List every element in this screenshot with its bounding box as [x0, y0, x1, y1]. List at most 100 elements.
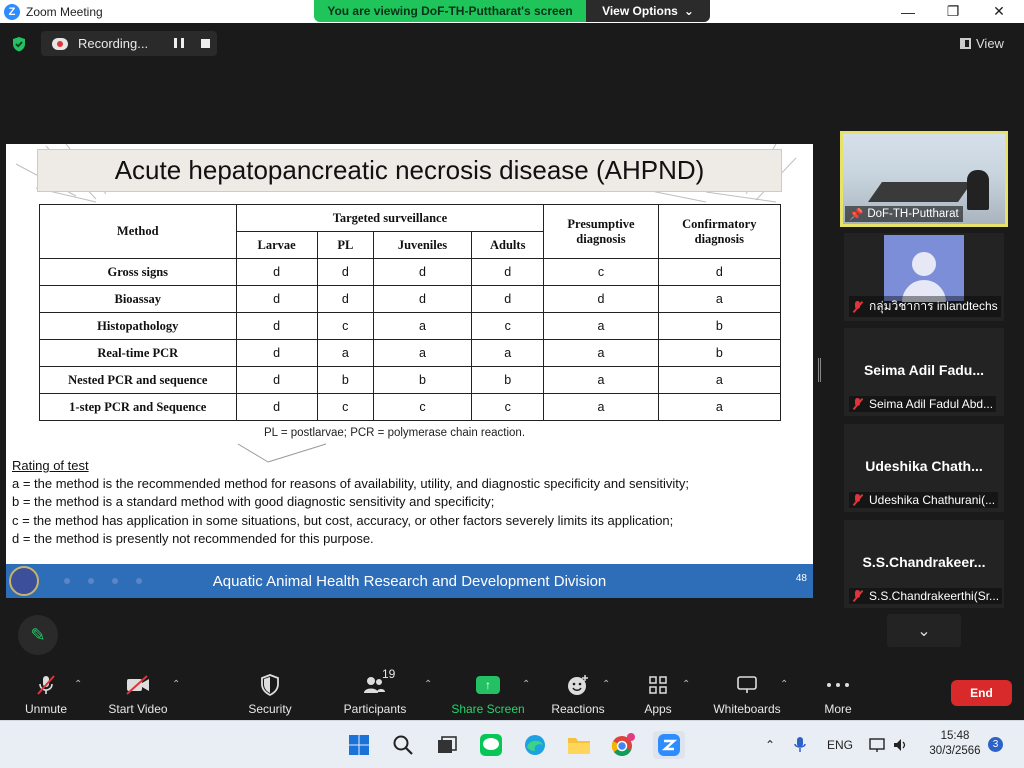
- panel-resize-handle[interactable]: [818, 358, 821, 382]
- search-icon[interactable]: [389, 731, 417, 759]
- share-screen-label: Share Screen: [451, 702, 525, 716]
- diagnostic-methods-table: Method Targeted surveillance Presumptive…: [39, 204, 782, 421]
- reactions-label: Reactions: [551, 702, 605, 716]
- stage-header-pl: PL: [316, 231, 374, 259]
- whiteboards-button[interactable]: Whiteboards: [712, 673, 782, 717]
- rating-cell: a: [657, 366, 782, 394]
- more-button[interactable]: More: [820, 673, 856, 717]
- table-row: Histopathology d c a c a b: [39, 312, 782, 340]
- rating-cell: a: [543, 312, 659, 340]
- participant-name-bar: S.S.Chandrakeerthi(Sr...: [849, 588, 1003, 604]
- scroll-participants-down-button[interactable]: ⌄: [887, 614, 961, 647]
- chevron-down-icon: ⌄: [683, 4, 694, 18]
- minimize-button[interactable]: —: [885, 0, 931, 23]
- mic-muted-icon: [852, 590, 864, 602]
- windows-start-icon[interactable]: [345, 731, 373, 759]
- apps-label: Apps: [644, 702, 672, 716]
- chrome-browser-icon[interactable]: [609, 731, 637, 759]
- method-cell: Real-time PCR: [39, 339, 237, 367]
- participant-tile[interactable]: Udeshika Chath... Udeshika Chathurani(..…: [844, 424, 1004, 512]
- method-cell: Gross signs: [39, 258, 237, 286]
- video-name-bar: 📌 DoF-TH-Puttharat: [845, 206, 963, 222]
- slide-nav-icon: [88, 578, 94, 584]
- edge-browser-icon[interactable]: [521, 731, 549, 759]
- reactions-options-caret[interactable]: ⌃: [602, 679, 610, 690]
- view-label: View: [976, 35, 1004, 51]
- active-speaker-video[interactable]: 📌 DoF-TH-Puttharat: [840, 131, 1008, 227]
- encryption-shield-icon[interactable]: [11, 36, 27, 52]
- share-options-caret[interactable]: ⌃: [522, 679, 530, 690]
- rating-cell: c: [372, 393, 473, 421]
- method-cell: Nested PCR and sequence: [39, 366, 237, 394]
- network-icon[interactable]: [868, 721, 886, 768]
- method-cell: Histopathology: [39, 312, 237, 340]
- rating-cell: a: [543, 393, 659, 421]
- slide-page-number: 48: [795, 573, 807, 584]
- input-language[interactable]: ENG: [827, 721, 853, 768]
- close-button[interactable]: ✕: [976, 0, 1022, 23]
- start-video-button[interactable]: Start Video: [106, 673, 170, 717]
- recording-indicator: Recording...: [41, 31, 217, 56]
- line-app-icon[interactable]: [477, 731, 505, 759]
- pause-recording-button[interactable]: [174, 38, 184, 48]
- rating-legend: Rating of test a = the method is the rec…: [12, 457, 689, 548]
- rating-cell: d: [372, 258, 473, 286]
- slide-footer: Aquatic Animal Health Research and Devel…: [6, 564, 813, 598]
- reactions-button[interactable]: Reactions: [550, 673, 606, 717]
- participant-tile[interactable]: Seima Adil Fadu... Seima Adil Fadul Abd.…: [844, 328, 1004, 416]
- unmute-button[interactable]: Unmute: [20, 673, 72, 717]
- rating-cell: d: [471, 285, 545, 313]
- rating-cell: c: [471, 393, 545, 421]
- participant-tile[interactable]: กลุ่มวิชาการ inlandtechs: [844, 233, 1004, 321]
- annotate-button[interactable]: ✎: [18, 615, 58, 655]
- abbreviations-note: PL = postlarvae; PCR = polymerase chain …: [264, 427, 526, 439]
- volume-icon[interactable]: [892, 721, 910, 768]
- video-options-caret[interactable]: ⌃: [172, 679, 180, 690]
- rating-cell: b: [657, 312, 782, 340]
- apps-options-caret[interactable]: ⌃: [682, 679, 690, 690]
- tray-overflow-chevron-icon[interactable]: ⌃: [765, 721, 775, 768]
- participant-tile[interactable]: S.S.Chandrakeer... S.S.Chandrakeerthi(Sr…: [844, 520, 1004, 608]
- task-view-icon[interactable]: [433, 731, 461, 759]
- video-off-icon: [125, 673, 151, 697]
- rating-cell: d: [316, 285, 374, 313]
- share-screen-button[interactable]: ↑ Share Screen: [451, 673, 525, 717]
- maximize-button[interactable]: ❐: [930, 0, 976, 23]
- rating-legend-title: Rating of test: [12, 458, 89, 473]
- audio-options-caret[interactable]: ⌃: [74, 679, 82, 690]
- footer-division-name: Aquatic Animal Health Research and Devel…: [212, 572, 607, 590]
- participants-icon: 19: [362, 667, 395, 697]
- pencil-icon: ✎: [30, 624, 46, 645]
- participant-display-name: S.S.Chandrakeer...: [862, 554, 986, 570]
- participant-name-bar: Seima Adil Fadul Abd...: [849, 396, 997, 412]
- end-meeting-button[interactable]: End: [951, 680, 1012, 706]
- system-clock[interactable]: 15:48 30/3/2566: [925, 729, 985, 759]
- participants-options-caret[interactable]: ⌃: [424, 679, 432, 690]
- default-avatar-icon: [884, 235, 964, 302]
- rating-cell: d: [235, 366, 318, 394]
- view-button[interactable]: View: [960, 31, 1016, 55]
- apps-button[interactable]: Apps: [640, 673, 676, 717]
- more-label: More: [824, 702, 852, 716]
- chevron-down-icon: ⌄: [917, 622, 931, 640]
- stop-recording-button[interactable]: [201, 39, 210, 48]
- windows-taskbar: ⌃ ENG 15:48 30/3/2566 3: [0, 720, 1024, 768]
- file-explorer-icon[interactable]: [565, 731, 593, 759]
- screen-share-banner: You are viewing DoF-TH-Puttharat's scree…: [314, 0, 710, 22]
- security-button[interactable]: Security: [246, 673, 294, 717]
- shared-screen-slide: Acute hepatopancreatic necrosis disease …: [6, 144, 813, 598]
- participants-button[interactable]: 19 Participants: [342, 667, 408, 717]
- rating-cell: b: [372, 366, 473, 394]
- participant-name: Udeshika Chathurani(...: [869, 493, 996, 507]
- rating-cell: b: [316, 366, 374, 394]
- rating-cell: d: [657, 258, 782, 286]
- view-options-button[interactable]: View Options ⌄: [586, 0, 710, 22]
- whiteboards-options-caret[interactable]: ⌃: [780, 679, 788, 690]
- zoom-taskbar-icon[interactable]: [653, 731, 685, 759]
- cloud-recording-icon: [52, 37, 68, 50]
- rating-cell: d: [471, 258, 545, 286]
- notification-badge[interactable]: 3: [988, 737, 1003, 752]
- participant-name: S.S.Chandrakeerthi(Sr...: [869, 589, 1000, 603]
- window-title: Zoom Meeting: [26, 4, 103, 19]
- tray-microphone-icon[interactable]: [793, 721, 807, 768]
